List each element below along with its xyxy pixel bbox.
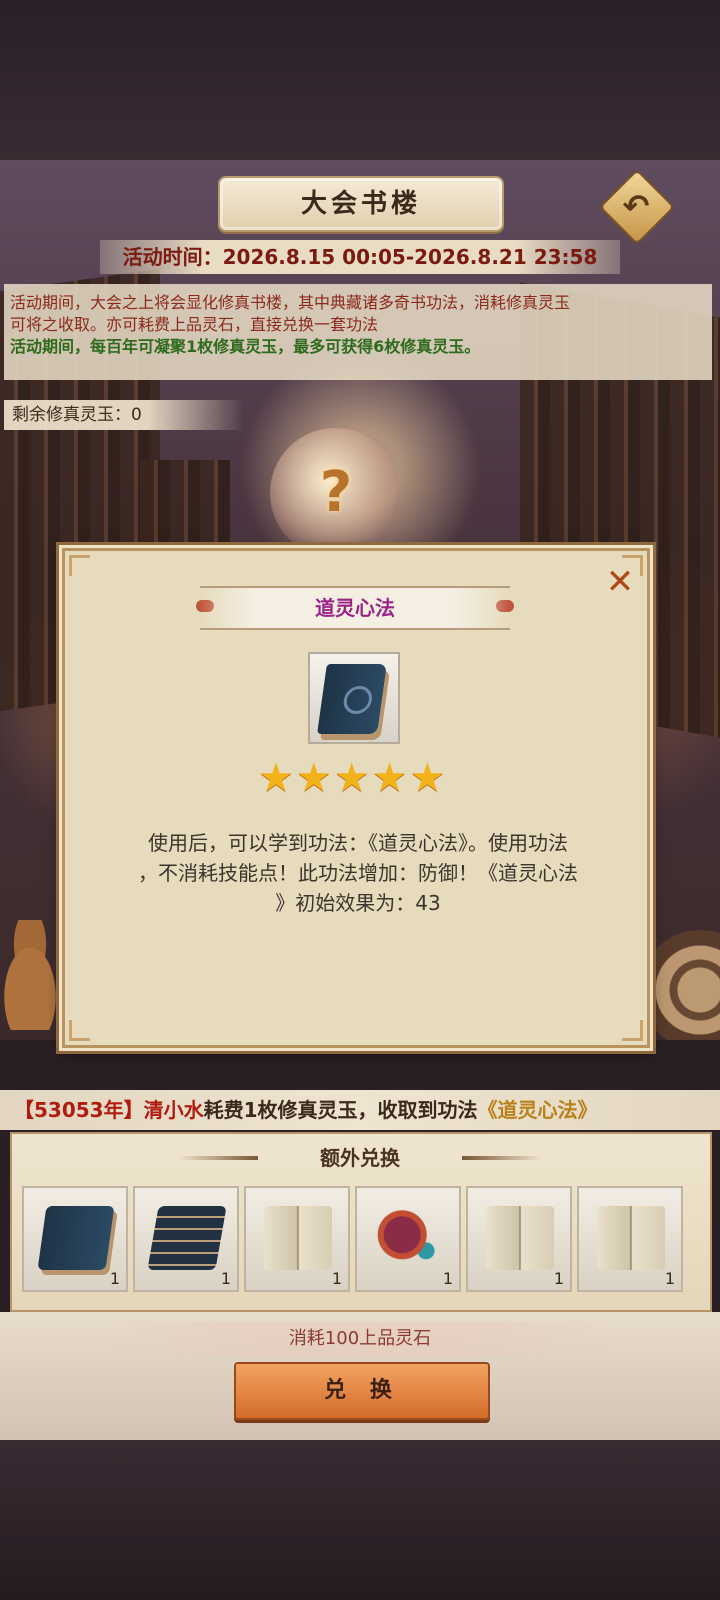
reward-slot[interactable]: 1 (133, 1186, 239, 1292)
reward-slot[interactable]: 1 (22, 1186, 128, 1292)
slot-count: 1 (442, 1269, 453, 1288)
title-deco-right (462, 1156, 542, 1160)
bottom-dark-band (0, 1440, 720, 1600)
star-icon: ★ (333, 755, 370, 801)
log-year: 53053年 (34, 1098, 124, 1122)
blue-book-icon (317, 664, 387, 734)
item-description: 使用后，可以学到功法：《道灵心法》。使用功法 ，不消耗技能点！此功法增加：防御！… (98, 828, 618, 918)
log-item-name: 《道灵心法》 (477, 1098, 598, 1122)
title-deco-left (178, 1156, 258, 1160)
log-open-bracket: 【 (14, 1098, 34, 1122)
star-icon: ★ (295, 755, 332, 801)
exchange-log: 【53053年】清小水耗费1枚修真灵玉，收取到功法《道灵心法》 (0, 1090, 720, 1130)
extra-exchange-title: 额外兑换 (320, 1146, 400, 1170)
item-desc-line3: 》初始效果为：43 (275, 891, 441, 915)
star-icon: ★ (371, 755, 408, 801)
item-desc-line2: ，不消耗技能点！此功法增加：防御！《道灵心法 (138, 861, 578, 885)
slot-count: 1 (664, 1269, 675, 1288)
star-rating: ★ ★ ★ ★ ★ (258, 758, 458, 798)
top-dark-band (0, 0, 720, 160)
exchange-button[interactable]: 兑 换 (234, 1362, 490, 1420)
scroll-ornament-icon (375, 1206, 443, 1270)
slot-count: 1 (331, 1269, 342, 1288)
star-icon: ★ (409, 755, 446, 801)
reward-slot[interactable]: 1 (355, 1186, 461, 1292)
open-book-icon (264, 1206, 332, 1270)
reward-slot[interactable]: 1 (577, 1186, 683, 1292)
log-player-name: 清小水 (143, 1098, 204, 1122)
book-stack-icon (147, 1206, 227, 1270)
log-action: 耗费1枚修真灵玉，收取到功法 (203, 1098, 478, 1122)
item-desc-line1: 使用后，可以学到功法：《道灵心法》。使用功法 (148, 831, 568, 855)
slot-count: 1 (220, 1269, 231, 1288)
close-icon[interactable]: ✕ (600, 562, 640, 602)
open-book-icon (597, 1206, 665, 1270)
open-book-icon (486, 1206, 554, 1270)
slot-count: 1 (553, 1269, 564, 1288)
slot-count: 1 (109, 1269, 120, 1288)
item-name: 道灵心法 (200, 586, 510, 630)
modal-corner-ornament (622, 1020, 643, 1041)
modal-corner-ornament (69, 555, 90, 576)
exchange-cost: 消耗100上品灵石 (110, 1322, 610, 1356)
modal-corner-ornament (69, 1020, 90, 1041)
blue-book-icon (37, 1206, 115, 1270)
reward-slot[interactable]: 1 (244, 1186, 350, 1292)
log-close-bracket: 】 (123, 1098, 144, 1122)
reward-slot[interactable]: 1 (466, 1186, 572, 1292)
star-icon: ★ (258, 755, 294, 801)
